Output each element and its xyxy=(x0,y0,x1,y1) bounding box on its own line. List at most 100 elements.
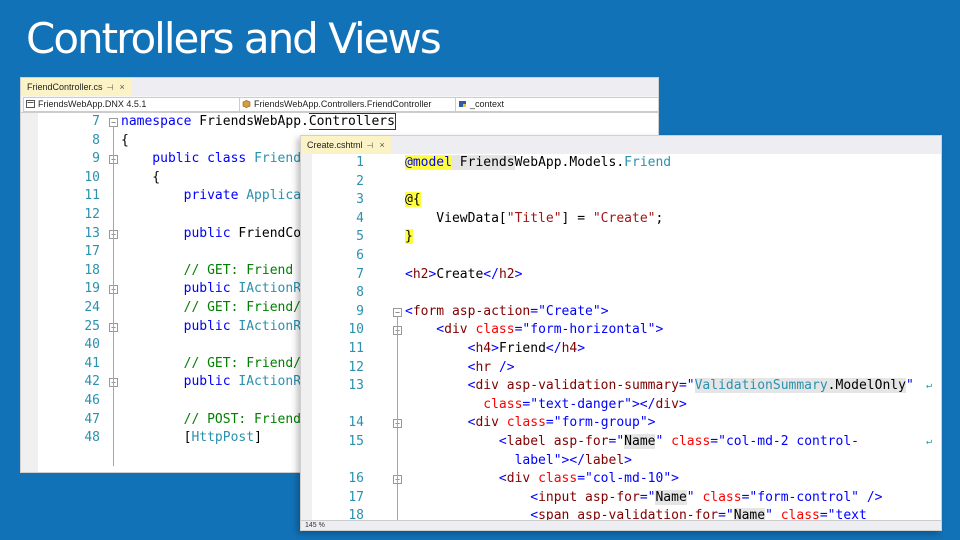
code-token: < xyxy=(405,471,507,487)
line-number: 19 xyxy=(84,281,100,297)
code-text: // POST: Friend xyxy=(121,411,301,430)
tab-create-cshtml[interactable]: Create.cshtml ⊣ × xyxy=(301,136,391,156)
code-text: public FriendCo xyxy=(121,225,301,244)
zoom-level[interactable]: 145 % xyxy=(301,520,941,530)
back-tab-bar: FriendController.cs ⊣ × xyxy=(21,78,658,98)
code-token: { xyxy=(121,169,161,185)
code-token: < xyxy=(405,415,476,431)
code-token: "></ xyxy=(624,396,656,412)
code-token: > xyxy=(491,341,499,356)
code-text: <h4>Friend</h4> xyxy=(405,340,585,359)
code-token: hr xyxy=(475,359,499,375)
slide-title: Controllers and Views xyxy=(26,14,442,63)
line-number: 42 xyxy=(84,374,100,390)
code-text: <h2>Create</h2> xyxy=(405,266,522,285)
line-number: 25 xyxy=(84,318,100,334)
code-token: HttpPost xyxy=(191,430,255,446)
code-area[interactable]: 1 @model FriendsWebApp.Models.Friend 2 3 @{4… xyxy=(301,154,941,530)
indicator-margin xyxy=(21,113,38,472)
line-number: 12 xyxy=(348,359,364,375)
close-icon[interactable]: × xyxy=(380,140,385,150)
tab-friend-controller[interactable]: FriendController.cs ⊣ × xyxy=(21,78,131,98)
code-token: text-danger xyxy=(538,396,625,412)
code-token: < xyxy=(405,266,413,282)
create-view-editor[interactable]: Create.cshtml ⊣ × 1 @model FriendsWebApp.Mo… xyxy=(300,135,942,531)
line-number: 41 xyxy=(84,355,100,371)
code-token: < xyxy=(405,341,476,356)
tab-label: FriendController.cs xyxy=(27,82,103,92)
code-text: public class Friend xyxy=(121,150,301,169)
pin-icon[interactable]: ⊣ xyxy=(367,141,374,150)
code-token: public xyxy=(121,318,239,334)
code-token: div xyxy=(475,415,507,431)
member-dropdown[interactable]: _context xyxy=(455,97,658,112)
code-token: ValidationSummary xyxy=(694,378,828,394)
line-number: 7 xyxy=(356,266,364,282)
code-token: "> xyxy=(663,471,679,487)
code-token: h2 xyxy=(498,266,515,282)
code-token: < xyxy=(405,378,476,394)
code-token: "Create" xyxy=(592,210,656,226)
code-token: < xyxy=(405,489,539,505)
code-token: label xyxy=(506,434,554,449)
line-number: 11 xyxy=(84,188,100,204)
code-token: h4 xyxy=(561,341,578,356)
code-token: Friends xyxy=(451,155,515,170)
collapse-icon[interactable]: − xyxy=(393,307,402,317)
line-number: 10 xyxy=(84,169,100,185)
code-token: =" xyxy=(608,434,625,449)
line-number: 8 xyxy=(92,132,100,148)
code-token: Name xyxy=(624,434,656,449)
project-dropdown[interactable]: FriendsWebApp.DNX 4.5.1 ▼ xyxy=(23,97,251,112)
code-token: WebApp.Models. xyxy=(514,155,625,170)
code-text: <label asp-for="Name" class="col-md-2 co… xyxy=(405,433,859,452)
code-token: form-control xyxy=(757,489,852,505)
code-token: "> xyxy=(639,415,656,431)
line-number: 10 xyxy=(348,322,364,338)
code-token: " xyxy=(686,489,703,505)
word-wrap-icon: ↵ xyxy=(926,380,933,392)
class-dropdown-value: FriendsWebApp.Controllers.FriendControll… xyxy=(254,99,432,109)
code-token: " xyxy=(905,378,914,394)
code-token: < xyxy=(405,303,413,319)
code-text: <div asp-validation-summary="ValidationS… xyxy=(405,377,914,396)
code-token: "> xyxy=(647,322,664,338)
line-number: 9 xyxy=(92,151,100,167)
code-token: ; xyxy=(655,210,664,226)
class-dropdown[interactable]: FriendsWebApp.Controllers.FriendControll… xyxy=(239,97,467,112)
code-token: =" xyxy=(741,489,758,505)
code-token: "Title" xyxy=(506,210,562,226)
code-token: </ xyxy=(545,341,562,356)
code-text: public IActionR xyxy=(121,280,301,299)
code-token: // GET: Friend/ xyxy=(121,355,302,371)
code-token: Friend xyxy=(254,151,302,167)
close-icon[interactable]: × xyxy=(120,82,125,92)
code-token: form xyxy=(412,303,452,319)
code-token: // POST: Friend xyxy=(121,411,302,427)
code-text: } xyxy=(405,228,413,247)
line-number: 3 xyxy=(356,192,364,208)
line-number: 40 xyxy=(84,337,100,353)
code-token: namespace xyxy=(121,114,200,129)
code-token: ] xyxy=(254,430,262,446)
code-text: <div class="form-horizontal"> xyxy=(405,321,663,340)
pin-icon[interactable]: ⊣ xyxy=(107,83,114,92)
code-token: > xyxy=(624,452,632,468)
code-token: asp-validation-summary xyxy=(506,378,679,394)
code-token: Applica xyxy=(246,188,302,204)
code-token: col-md-10 xyxy=(592,471,664,487)
code-token: " /> xyxy=(851,489,883,505)
code-text: private Applica xyxy=(121,187,301,206)
line-number: 18 xyxy=(84,262,100,278)
line-number: 24 xyxy=(84,300,100,315)
line-number: 13 xyxy=(84,225,100,241)
code-token: class xyxy=(506,415,546,431)
code-token: input xyxy=(538,489,586,505)
code-text: { xyxy=(121,132,129,151)
code-text: namespace FriendsWebApp.Controllers xyxy=(121,113,396,132)
code-token: [ xyxy=(121,430,192,446)
code-text: public IActionR xyxy=(121,318,301,337)
code-text: <form asp-action="Create"> xyxy=(405,303,609,322)
line-number: 2 xyxy=(356,173,364,189)
code-token: @model xyxy=(405,155,452,170)
